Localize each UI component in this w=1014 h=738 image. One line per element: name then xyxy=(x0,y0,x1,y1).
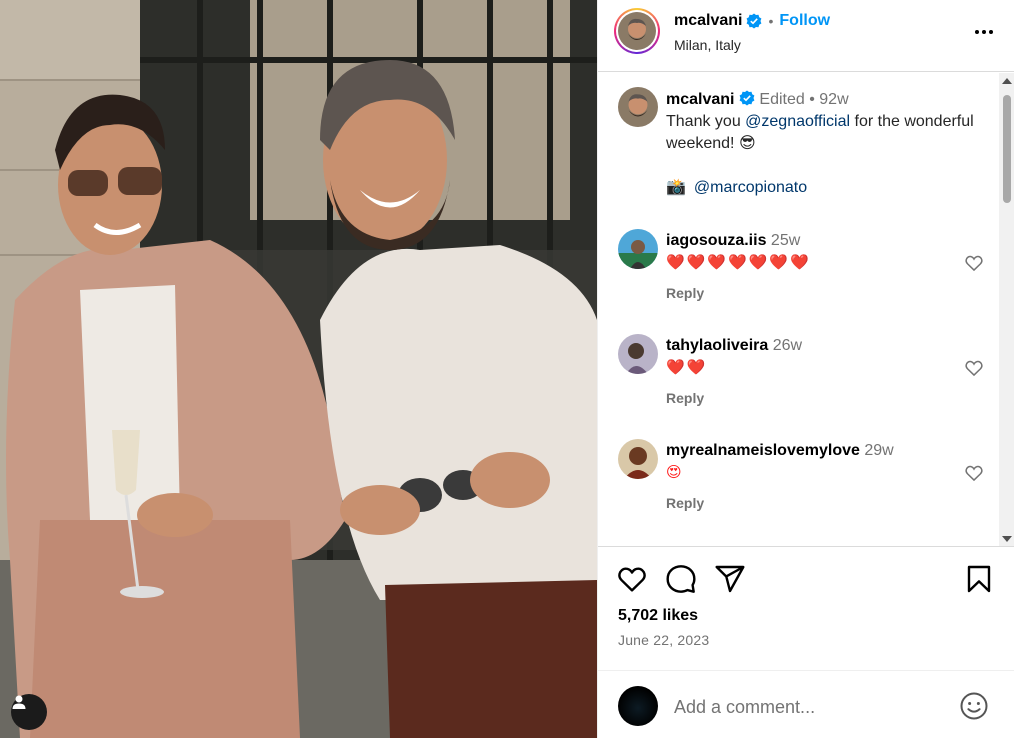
separator-dot: • xyxy=(768,13,774,29)
caption-age[interactable]: 92w xyxy=(819,91,848,108)
caption-username[interactable]: mcalvani xyxy=(666,91,734,108)
verified-badge-icon xyxy=(739,90,755,106)
comment-age: 29w xyxy=(864,442,894,459)
avatar[interactable] xyxy=(618,439,658,479)
post-location[interactable]: Milan, Italy xyxy=(674,37,741,53)
avatar[interactable] xyxy=(618,87,658,127)
user-tag-button[interactable] xyxy=(11,694,47,730)
comment-username[interactable]: tahylaoliveira xyxy=(666,337,768,354)
comment-input[interactable] xyxy=(674,691,944,723)
caption-text-start: Thank you xyxy=(666,113,746,130)
header-user-line: mcalvani • Follow xyxy=(674,12,830,30)
paper-plane-icon[interactable] xyxy=(714,563,746,595)
post-side-panel: mcalvani • Follow Milan, Italy mcalvani xyxy=(597,0,1014,738)
person-icon xyxy=(12,695,26,709)
smiley-icon[interactable] xyxy=(959,691,989,721)
reply-button[interactable]: Reply xyxy=(666,495,704,511)
scroll-up-arrow[interactable] xyxy=(1002,78,1012,84)
heart-icon[interactable] xyxy=(964,253,984,273)
likes-count[interactable]: 5,702 likes xyxy=(618,607,698,625)
heart-icon[interactable] xyxy=(964,463,984,483)
post-header: mcalvani • Follow Milan, Italy xyxy=(598,0,1014,72)
post-photo[interactable] xyxy=(0,0,597,738)
bookmark-icon[interactable] xyxy=(963,563,995,595)
more-horizontal-icon[interactable] xyxy=(975,30,993,34)
comment-age: 26w xyxy=(772,337,803,354)
comment-item: myrealnameislovemylove 29w 😍 Reply xyxy=(614,439,984,529)
comment-text: ❤️❤️ xyxy=(666,359,708,376)
avatar[interactable] xyxy=(618,229,658,269)
mention-link[interactable]: @zegnaofficial xyxy=(745,113,850,130)
heart-icon[interactable] xyxy=(964,358,984,378)
separator-dot: • xyxy=(809,91,815,108)
comment-item: iagosouza.iis 25w ❤️❤️❤️❤️❤️❤️❤️ Reply xyxy=(614,229,984,319)
current-user-avatar xyxy=(618,686,658,726)
follow-button[interactable]: Follow xyxy=(779,12,830,30)
author-avatar[interactable] xyxy=(618,12,656,50)
verified-badge-icon xyxy=(747,13,762,29)
photo-illustration xyxy=(0,0,597,738)
comment-username[interactable]: myrealnameislovemylove xyxy=(666,442,860,459)
reply-button[interactable]: Reply xyxy=(666,390,704,406)
heart-icon[interactable] xyxy=(616,563,648,595)
scrollbar-thumb[interactable] xyxy=(1003,95,1011,203)
credit-mention-link[interactable]: @marcopionato xyxy=(694,179,807,196)
post-actions xyxy=(598,560,1014,600)
comment-username[interactable]: iagosouza.iis xyxy=(666,232,766,249)
scroll-down-arrow[interactable] xyxy=(1002,536,1012,542)
reply-button[interactable]: Reply xyxy=(666,285,704,301)
author-username[interactable]: mcalvani xyxy=(674,12,742,30)
post-date[interactable]: June 22, 2023 xyxy=(618,632,709,648)
comments-list[interactable]: mcalvani Edited • 92w Thank you @zegnaof… xyxy=(598,73,1014,547)
add-comment-bar xyxy=(598,670,1014,738)
avatar[interactable] xyxy=(618,334,658,374)
comments-scrollbar[interactable] xyxy=(999,73,1014,546)
comment-item: tahylaoliveira 26w ❤️❤️ Reply xyxy=(614,334,984,424)
instagram-post-dialog: mcalvani • Follow Milan, Italy mcalvani xyxy=(0,0,1014,738)
comment-text: 😍 xyxy=(666,464,684,481)
edited-label: Edited xyxy=(759,91,805,108)
comment-age: 25w xyxy=(770,232,801,249)
comment-icon[interactable] xyxy=(665,563,697,595)
camera-emoji: 📸 xyxy=(666,179,686,196)
comment-text: ❤️❤️❤️❤️❤️❤️❤️ xyxy=(666,254,811,271)
story-ring[interactable] xyxy=(614,8,660,54)
